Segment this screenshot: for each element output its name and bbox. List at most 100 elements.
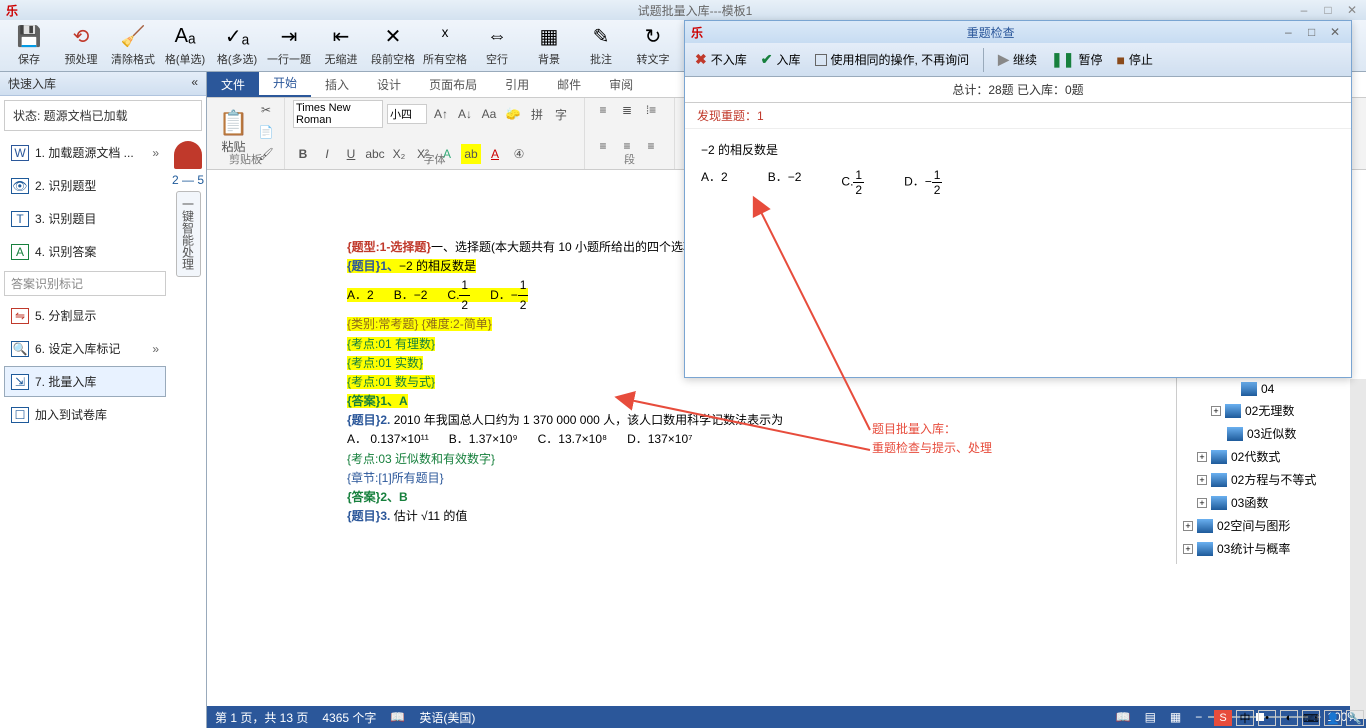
tool-无缩进[interactable]: ⇤无缩进 [316, 22, 366, 69]
zoom-out-icon[interactable]: − [1195, 710, 1202, 724]
tree-item[interactable]: +02空间与图形 [1181, 514, 1362, 537]
tree-item[interactable]: +03函数 [1195, 491, 1362, 514]
sidebar-item-icon: W [11, 145, 29, 161]
ime-fullwidth-icon[interactable]: ◐ [1280, 710, 1298, 726]
phonetic-icon[interactable]: 拼 [527, 104, 547, 124]
ime-icon[interactable]: S [1214, 710, 1232, 726]
cut-icon[interactable]: ✂ [256, 100, 276, 120]
tool-空行[interactable]: ⇔空行 [472, 22, 522, 69]
tool-icon: ⇥ [281, 25, 298, 49]
sidebar-item[interactable]: ⇋5. 分割显示 [4, 300, 166, 331]
word-tab-设计[interactable]: 设计 [363, 72, 415, 97]
view-print-icon[interactable]: ▤ [1145, 710, 1156, 724]
tree-item[interactable]: +02代数式 [1195, 445, 1362, 468]
word-tab-引用[interactable]: 引用 [491, 72, 543, 97]
clear-format-icon[interactable]: 🧽 [503, 104, 523, 124]
font-name-select[interactable]: Times New Roman [293, 100, 383, 128]
sidebar-collapse-icon[interactable]: « [191, 75, 198, 92]
word-tab-邮件[interactable]: 邮件 [543, 72, 595, 97]
minimize-icon[interactable]: – [1294, 3, 1314, 17]
word-tab-审阅[interactable]: 审阅 [595, 72, 647, 97]
close-icon[interactable]: ✕ [1342, 3, 1362, 17]
expand-icon[interactable]: + [1183, 521, 1193, 531]
tool-格(多选)[interactable]: ✓ₐ格(多选) [212, 22, 262, 69]
sidebar-item[interactable]: 🔍6. 设定入库标记» [4, 333, 166, 364]
view-read-icon[interactable]: 📖 [1116, 710, 1131, 724]
dialog-maximize-icon[interactable]: □ [1302, 25, 1322, 39]
tree-scrollbar[interactable] [1350, 379, 1366, 719]
border-char-icon[interactable]: 字 [551, 104, 571, 124]
tool-所有空格[interactable]: ˣ所有空格 [420, 22, 470, 69]
ime-softkb-icon[interactable]: ⌨ [1302, 710, 1320, 726]
skip-button[interactable]: ✖不入库 [695, 51, 747, 68]
tree-item[interactable]: +02无理数 [1209, 399, 1362, 422]
tool-转文字[interactable]: ↻转文字 [628, 22, 678, 69]
tool-一行一题[interactable]: ⇥一行一题 [264, 22, 314, 69]
tree-item[interactable]: 03近似数 [1209, 422, 1362, 445]
dialog-close-icon[interactable]: ✕ [1325, 25, 1345, 39]
expand-icon[interactable]: + [1197, 452, 1207, 462]
shrink-font-icon[interactable]: A↓ [455, 104, 475, 124]
ime-user-icon[interactable]: 👤 [1324, 710, 1342, 726]
sidebar-title: 快速入库 [8, 75, 56, 92]
tool-保存[interactable]: 💾保存 [4, 22, 54, 69]
sidebar-item-label: 3. 识别题目 [35, 210, 96, 227]
ime-settings-icon[interactable]: 🔧 [1346, 710, 1364, 726]
status-lang[interactable]: 英语(美国) [419, 709, 475, 726]
ime-punct-icon[interactable]: • [1258, 710, 1276, 726]
stop-button[interactable]: ■停止 [1116, 51, 1152, 68]
one-click-button[interactable]: 一键智能处理 [176, 191, 201, 277]
copy-icon[interactable]: 📄 [256, 122, 276, 142]
pause-button[interactable]: ❚❚暂停 [1051, 51, 1102, 68]
change-case-icon[interactable]: Aa [479, 104, 499, 124]
bullets-icon[interactable]: ≡ [593, 100, 613, 120]
sidebar-item-label: 4. 识别答案 [35, 243, 96, 260]
cross-icon: ✖ [695, 51, 707, 68]
group-para-label: 段 [585, 151, 674, 167]
sidebar-item[interactable]: A4. 识别答案 [4, 236, 166, 267]
remember-checkbox[interactable]: 使用相同的操作, 不再询问 [815, 51, 970, 68]
checkbox-icon [815, 54, 827, 66]
tool-清除格式[interactable]: 🧹清除格式 [108, 22, 158, 69]
sidebar-item[interactable]: T3. 识别题目 [4, 203, 166, 234]
tree-item[interactable]: 04 [1223, 379, 1362, 399]
dialog-minimize-icon[interactable]: – [1278, 25, 1298, 39]
maximize-icon[interactable]: □ [1318, 3, 1338, 17]
sidebar-item[interactable]: ☐加入到试卷库 [4, 399, 166, 430]
check-icon: ✔ [761, 51, 773, 68]
answer-marker-input[interactable]: 答案识别标记 [4, 271, 166, 296]
continue-button[interactable]: ▶继续 [998, 51, 1037, 68]
tool-批注[interactable]: ✎批注 [576, 22, 626, 69]
expand-icon[interactable]: + [1197, 498, 1207, 508]
tool-背景[interactable]: ▦背景 [524, 22, 574, 69]
ime-lang-icon[interactable]: 中 [1236, 710, 1254, 726]
font-size-select[interactable]: 小四 [387, 104, 427, 124]
tree-item[interactable]: +02方程与不等式 [1195, 468, 1362, 491]
word-tab-开始[interactable]: 开始 [259, 70, 311, 97]
paste-button[interactable]: 📋 粘贴 [215, 109, 252, 155]
word-tab-页面布局[interactable]: 页面布局 [415, 72, 491, 97]
sidebar-item-label: 加入到试卷库 [35, 406, 107, 423]
word-tab-插入[interactable]: 插入 [311, 72, 363, 97]
tool-预处理[interactable]: ⟲预处理 [56, 22, 106, 69]
view-web-icon[interactable]: ▦ [1170, 710, 1181, 724]
import-button[interactable]: ✔入库 [761, 51, 801, 68]
spellcheck-icon[interactable]: 📖 [390, 710, 405, 724]
sidebar-item[interactable]: W1. 加载题源文档 ...» [4, 137, 166, 168]
dialog-title-bar[interactable]: 乐 重题检查 – □ ✕ [685, 21, 1351, 43]
tool-段前空格[interactable]: ✕段前空格 [368, 22, 418, 69]
expand-icon[interactable]: + [1211, 406, 1221, 416]
sidebar-list: W1. 加载题源文档 ...»👁2. 识别题型T3. 识别题目A4. 识别答案答… [0, 135, 170, 432]
tree-item[interactable]: +03统计与概率 [1181, 537, 1362, 560]
word-tab-文件[interactable]: 文件 [207, 72, 259, 97]
dialog-found: 发现重题：1 [685, 103, 1351, 129]
grow-font-icon[interactable]: A↑ [431, 104, 451, 124]
sidebar-item[interactable]: ⇲7. 批量入库 [4, 366, 166, 397]
numbering-icon[interactable]: ≣ [617, 100, 637, 120]
tree-label: 03函数 [1231, 494, 1268, 511]
tool-格(单选)[interactable]: Aₐ格(单选) [160, 22, 210, 69]
multilevel-icon[interactable]: ⁞≡ [641, 100, 661, 120]
sidebar-item[interactable]: 👁2. 识别题型 [4, 170, 166, 201]
expand-icon[interactable]: + [1197, 475, 1207, 485]
expand-icon[interactable]: + [1183, 544, 1193, 554]
